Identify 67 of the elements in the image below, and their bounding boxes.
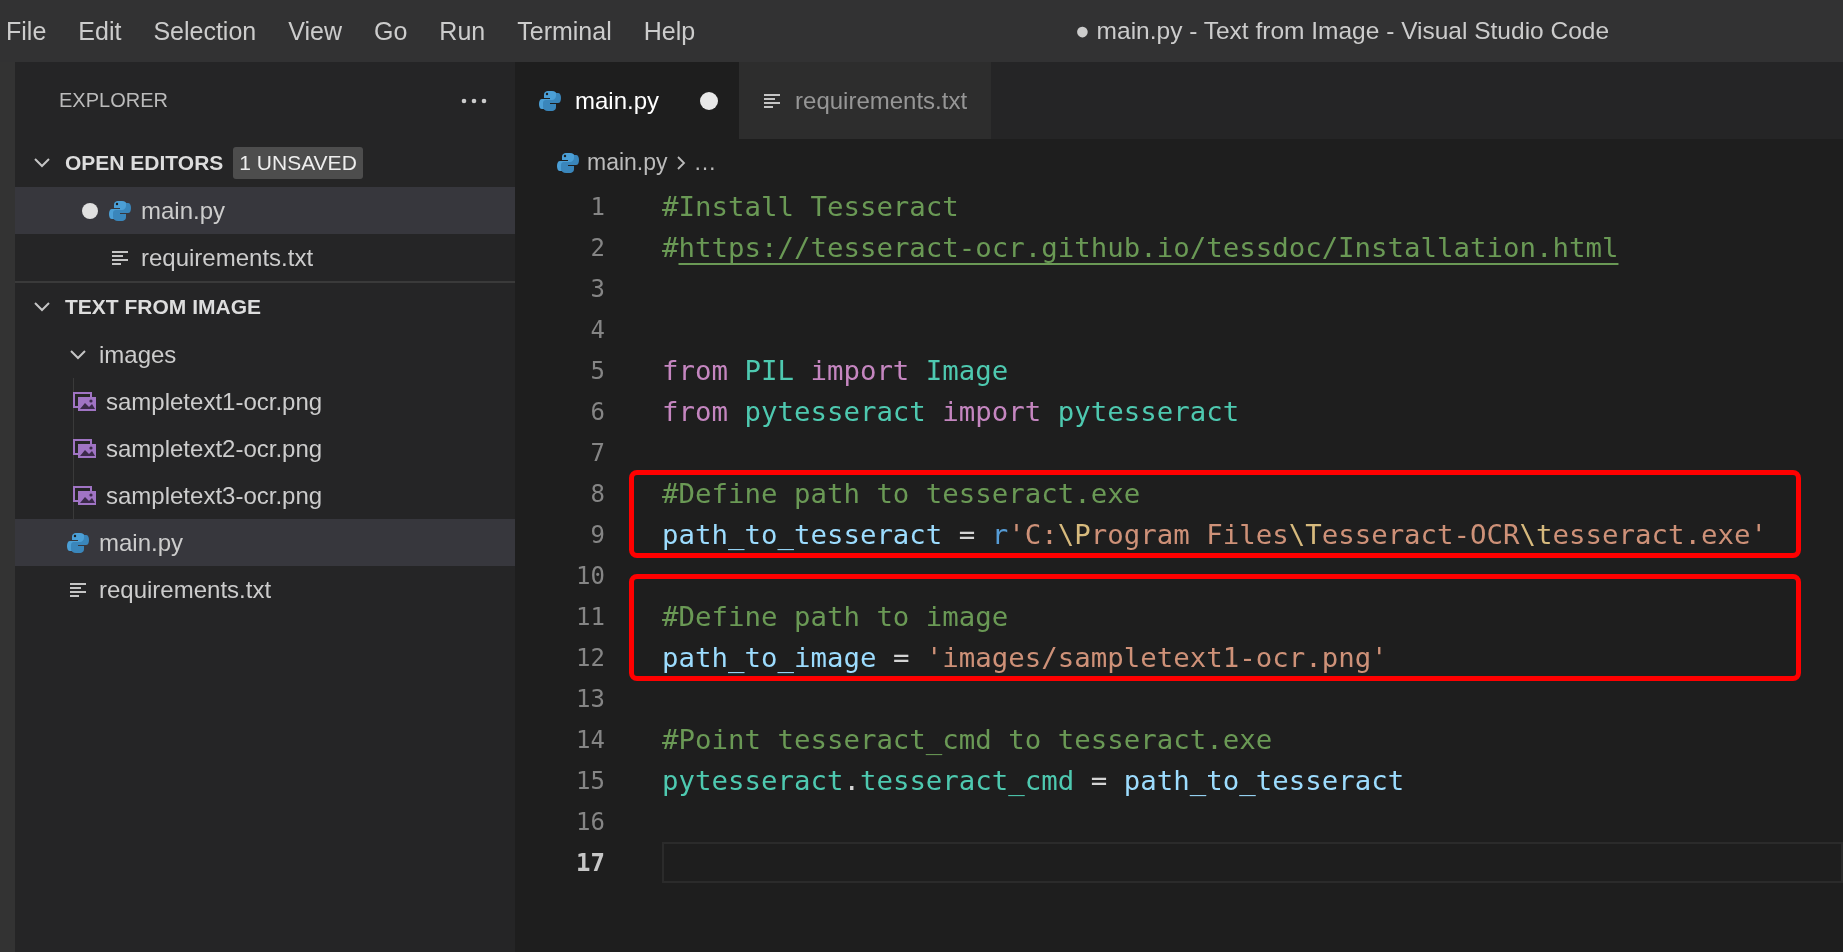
code-line: #Point tesseract_cmd to tesseract.exe bbox=[662, 724, 1273, 755]
menu-item[interactable]: Help bbox=[643, 16, 696, 46]
line-number: 14 bbox=[575, 725, 605, 754]
lines-icon bbox=[763, 92, 782, 109]
line-number: 9 bbox=[589, 520, 605, 549]
chevron-right-icon bbox=[675, 154, 686, 171]
python-icon bbox=[67, 531, 89, 554]
chevron-icon bbox=[33, 301, 51, 313]
line-number: 11 bbox=[575, 602, 605, 631]
open-editor-item[interactable]: requirements.txt bbox=[15, 234, 515, 281]
line-number: 6 bbox=[589, 397, 605, 426]
menu-item[interactable]: View bbox=[288, 16, 342, 46]
python-icon bbox=[539, 89, 561, 112]
tree-item[interactable]: sampletext1-ocr.png bbox=[72, 378, 515, 425]
window-title: ● main.py - Text from Image - Visual Studio Code bbox=[1075, 16, 1610, 46]
menu-item[interactable]: File bbox=[6, 16, 47, 46]
code-line: path_to_image = 'images/sampletext1-ocr.png' bbox=[662, 642, 1388, 673]
code-line: from pytesseract import pytesseract bbox=[662, 396, 1240, 427]
code-line: #Define path to tesseract.exe bbox=[662, 478, 1141, 509]
breadcrumb-item[interactable]: main.py bbox=[587, 149, 668, 176]
image-icon bbox=[73, 391, 97, 412]
menu-item[interactable]: Terminal bbox=[517, 16, 612, 46]
line-number: 2 bbox=[589, 233, 605, 262]
line-number: 10 bbox=[575, 561, 605, 590]
unsaved-badge: 1 UNSAVED bbox=[233, 147, 363, 179]
code-line: #Install Tesseract bbox=[662, 191, 959, 222]
code-line: from PIL import Image bbox=[662, 355, 1009, 386]
python-icon bbox=[109, 199, 131, 222]
code-line: pytesseract.tesseract_cmd = path_to_tesseract bbox=[662, 765, 1405, 796]
tree-item[interactable]: main.py bbox=[15, 519, 515, 566]
line-number: 13 bbox=[575, 684, 605, 713]
tree-item[interactable]: requirements.txt bbox=[15, 566, 515, 613]
line-number: 8 bbox=[589, 479, 605, 508]
code-line: #Define path to image bbox=[662, 601, 1009, 632]
line-number: 16 bbox=[575, 807, 605, 836]
open-editor-item[interactable]: main.py bbox=[15, 187, 515, 234]
line-number: 1 bbox=[589, 192, 605, 221]
image-icon bbox=[73, 485, 97, 506]
editor-tab[interactable]: main.py bbox=[515, 62, 740, 139]
breadcrumb-item[interactable]: … bbox=[693, 149, 717, 176]
line-number: 17 bbox=[575, 848, 605, 877]
line-number: 5 bbox=[589, 356, 605, 385]
menu-item[interactable]: Edit bbox=[78, 16, 122, 46]
menu-item[interactable]: Go bbox=[374, 16, 408, 46]
python-icon bbox=[557, 151, 579, 174]
more-icon[interactable] bbox=[461, 97, 487, 104]
section-header[interactable]: TEXT FROM IMAGE bbox=[65, 295, 261, 319]
chevron-icon bbox=[33, 157, 51, 169]
lines-icon bbox=[69, 581, 87, 598]
tree-item[interactable]: images bbox=[15, 331, 515, 378]
tree-item[interactable]: sampletext2-ocr.png bbox=[72, 425, 515, 472]
lines-icon bbox=[111, 249, 129, 266]
line-number: 12 bbox=[575, 643, 605, 672]
chevron-icon bbox=[69, 348, 87, 361]
image-icon bbox=[73, 438, 97, 459]
line-number: 3 bbox=[589, 274, 605, 303]
section-header[interactable]: OPEN EDITORS bbox=[65, 151, 224, 175]
line-number: 15 bbox=[575, 766, 605, 795]
line-number: 4 bbox=[589, 315, 605, 344]
code-line: path_to_tesseract = r'C:\Program Files\Tesseract-OCR\tesseract.exe' bbox=[662, 519, 1767, 550]
tree-item[interactable]: sampletext3-ocr.png bbox=[72, 472, 515, 519]
line-number: 7 bbox=[589, 438, 605, 467]
editor-tab[interactable]: requirements.txt bbox=[739, 62, 992, 139]
code-line: #https://tesseract-ocr.github.io/tessdoc/Installation.html bbox=[662, 232, 1619, 263]
menu-item[interactable]: Run bbox=[439, 16, 486, 46]
menu-item[interactable]: Selection bbox=[153, 16, 257, 46]
panel-title: EXPLORER bbox=[59, 89, 168, 112]
